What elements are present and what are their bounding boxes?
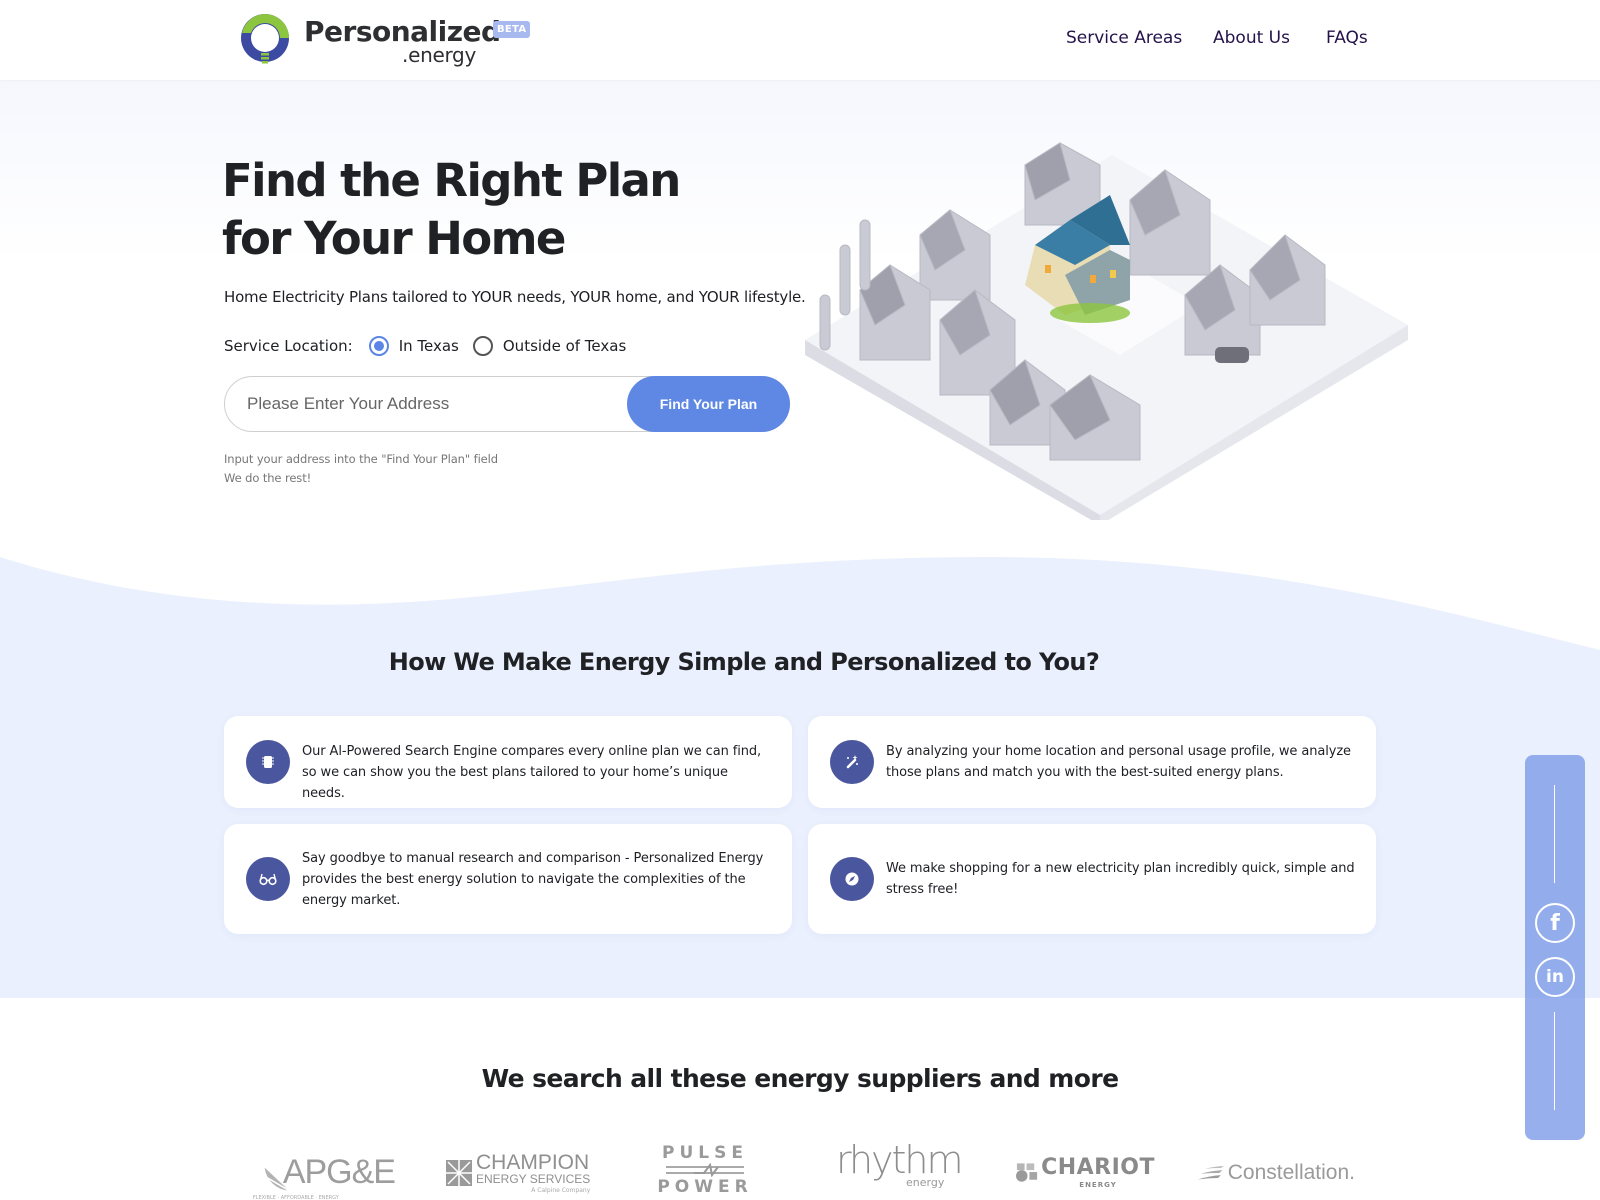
feature-card-text: By analyzing your home location and pers… bbox=[886, 744, 1351, 780]
power-name: POWER bbox=[657, 1177, 753, 1197]
supplier-logo-champion: CHAMPION ENERGY SERVICES A Calpine Compa… bbox=[446, 1145, 596, 1200]
social-sidebar: f in bbox=[1525, 755, 1585, 1140]
feature-card: Our Al-Powered Search Engine compares ev… bbox=[224, 716, 792, 808]
constellation-name: Constellation. bbox=[1227, 1160, 1355, 1184]
feature-card-text: Our Al-Powered Search Engine compares ev… bbox=[302, 744, 762, 801]
glasses-icon bbox=[246, 857, 290, 901]
pulse-name: PULSE bbox=[662, 1143, 748, 1163]
divider-line bbox=[1554, 1012, 1555, 1110]
divider-line bbox=[1554, 785, 1555, 883]
rhythm-name: rhythm bbox=[836, 1138, 964, 1182]
feature-card: By analyzing your home location and pers… bbox=[808, 716, 1376, 808]
constellation-swoosh-icon bbox=[1197, 1165, 1224, 1179]
address-input[interactable] bbox=[247, 377, 617, 431]
lightbulb-logo-icon bbox=[240, 13, 292, 67]
features-title: How We Make Energy Simple and Personaliz… bbox=[388, 648, 1100, 676]
rhythm-line2: energy bbox=[906, 1176, 945, 1189]
feature-card: Say goodbye to manual research and compa… bbox=[224, 824, 792, 934]
chip-icon bbox=[246, 740, 290, 784]
supplier-logo-apge: APG&E FLEXIBLE · AFFORDABLE · ENERGY bbox=[253, 1145, 396, 1200]
supplier-logo-chariot: CHARIOT ENERGY bbox=[1015, 1145, 1155, 1200]
neighborhood-illustration bbox=[800, 125, 1412, 525]
logo-domain: .energy bbox=[402, 43, 476, 67]
magic-wand-icon bbox=[830, 740, 874, 784]
supplier-logo-pulse-power: PULSE POWER bbox=[657, 1143, 748, 1200]
champion-star-icon bbox=[446, 1159, 472, 1186]
apge-tagline: FLEXIBLE · AFFORDABLE · ENERGY bbox=[252, 1195, 339, 1200]
service-location-label: Service Location: bbox=[224, 337, 353, 355]
facebook-icon[interactable]: f bbox=[1535, 903, 1575, 943]
chariot-petals-icon bbox=[1015, 1162, 1038, 1182]
radio-in-texas-label: In Texas bbox=[398, 337, 459, 355]
feature-card-text: Say goodbye to manual research and compa… bbox=[302, 851, 764, 908]
supplier-logo-rhythm: rhythm energy bbox=[836, 1140, 964, 1195]
radio-in-texas[interactable]: In Texas bbox=[368, 336, 459, 356]
linkedin-icon[interactable]: in bbox=[1535, 957, 1575, 997]
feature-card: We make shopping for a new electricity p… bbox=[808, 824, 1376, 934]
apge-name: APG&E bbox=[282, 1153, 396, 1191]
supplier-logo-constellation: Constellation. bbox=[1195, 1145, 1355, 1200]
champion-line2: ENERGY SERVICES bbox=[476, 1171, 591, 1186]
radio-outside-texas-button[interactable] bbox=[472, 336, 493, 356]
radio-outside-texas-label: Outside of Texas bbox=[502, 337, 627, 355]
site-logo[interactable]: Personalized .energy bbox=[240, 12, 501, 68]
radio-in-texas-button[interactable] bbox=[368, 336, 389, 356]
hint-line-2: We do the rest! bbox=[224, 471, 312, 485]
suppliers-title: We search all these energy suppliers and… bbox=[481, 1064, 1119, 1093]
hero-title: Find the Right Plan for Your Home bbox=[222, 152, 822, 268]
radio-outside-texas[interactable]: Outside of Texas bbox=[472, 336, 627, 356]
nav-about-us[interactable]: About Us bbox=[1213, 28, 1290, 48]
hint-line-1: Input your address into the "Find Your P… bbox=[224, 452, 498, 466]
hero-title-line1: Find the Right Plan bbox=[222, 154, 681, 207]
feature-card-text: We make shopping for a new electricity p… bbox=[886, 861, 1355, 897]
service-location-group: Service Location: In Texas Outside of Te… bbox=[224, 336, 640, 356]
find-your-plan-button[interactable]: Find Your Plan bbox=[627, 376, 790, 432]
hero-subtitle: Home Electricity Plans tailored to YOUR … bbox=[224, 288, 806, 306]
site-header: Personalized .energy BETA Service Areas … bbox=[0, 0, 1600, 80]
pulse-wave-icon bbox=[666, 1163, 744, 1177]
nav-faqs[interactable]: FAQs bbox=[1326, 28, 1368, 48]
chariot-line2: ENERGY bbox=[1079, 1180, 1117, 1189]
chariot-name: CHARIOT bbox=[1041, 1154, 1155, 1180]
hero-title-line2: for Your Home bbox=[222, 212, 566, 265]
champion-tagline: A Calpine Company bbox=[531, 1186, 591, 1194]
beta-badge: BETA bbox=[493, 21, 531, 38]
address-hint: Input your address into the "Find Your P… bbox=[224, 450, 498, 488]
champion-name: CHAMPION bbox=[476, 1150, 590, 1174]
compass-icon bbox=[830, 857, 874, 901]
nav-service-areas[interactable]: Service Areas bbox=[1066, 28, 1182, 48]
